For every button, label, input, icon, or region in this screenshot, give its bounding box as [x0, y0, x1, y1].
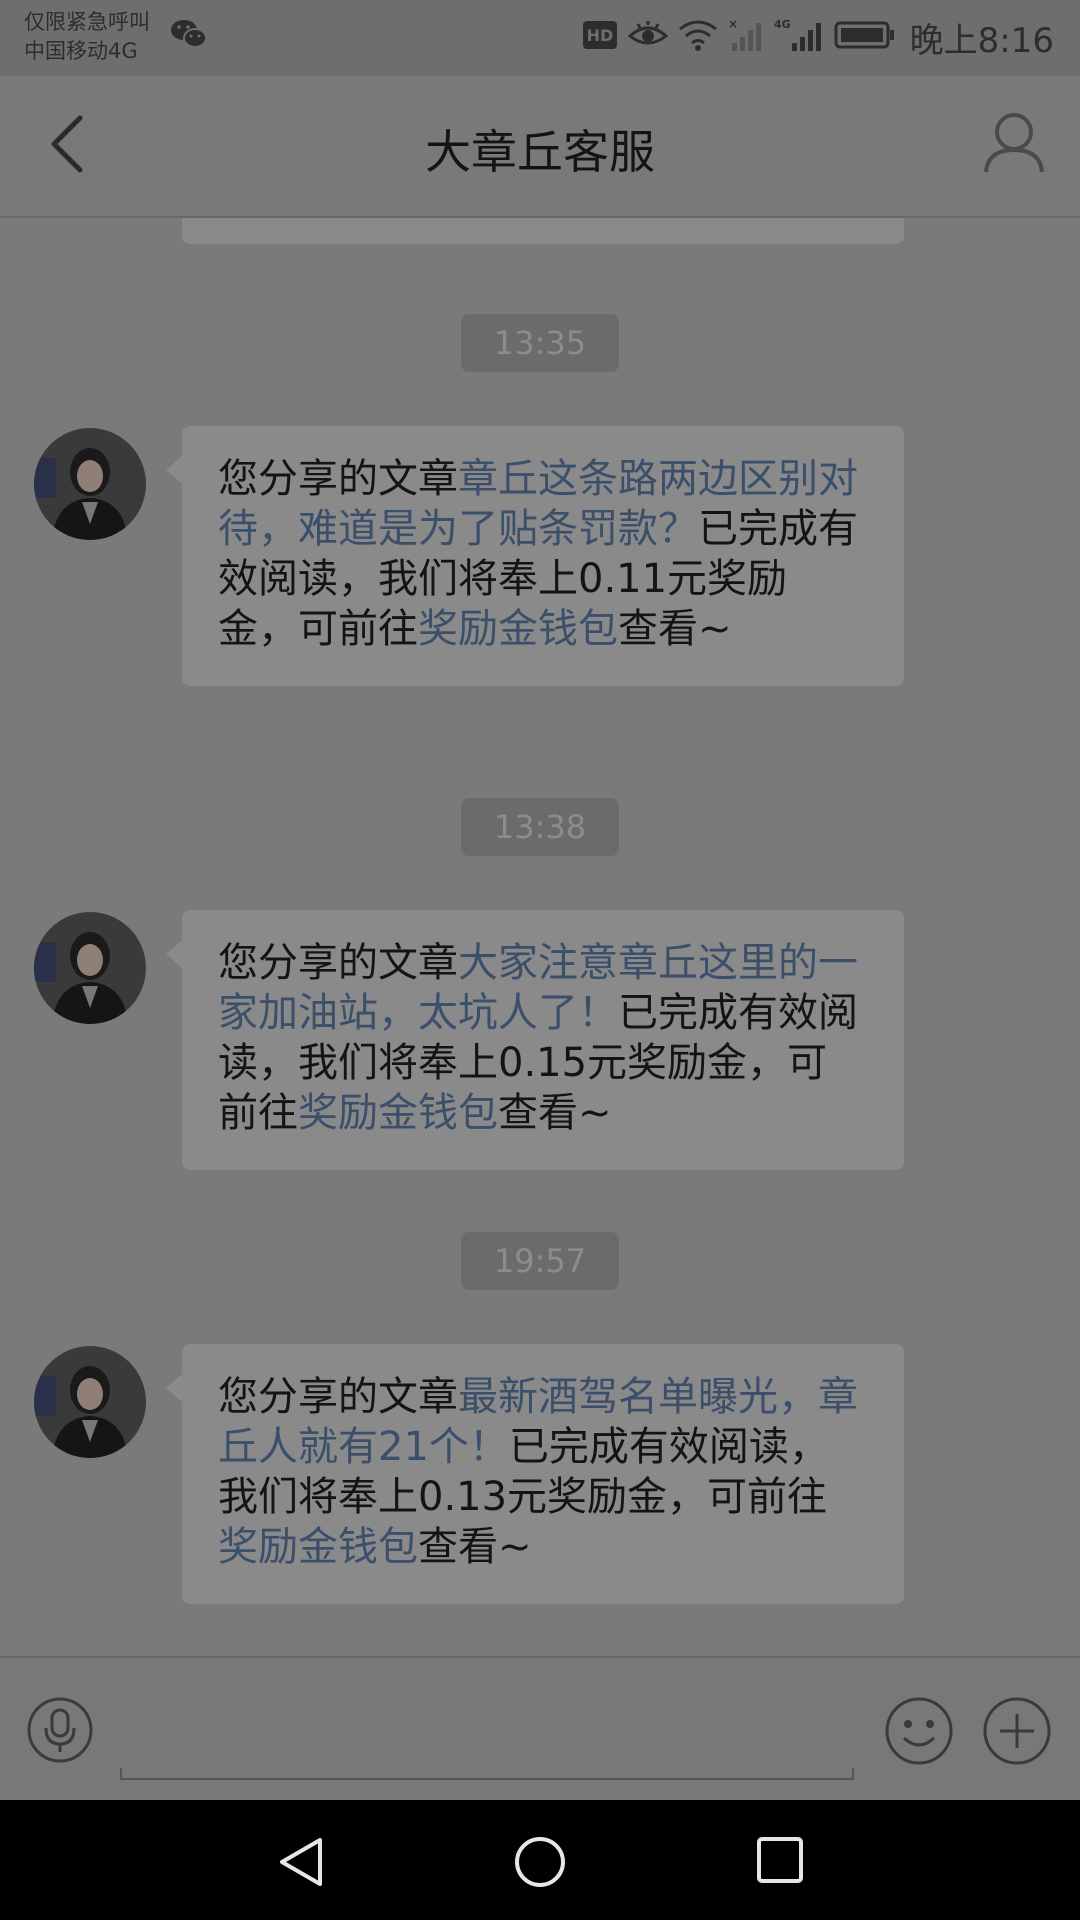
message-text: 查看~ — [418, 1524, 532, 1570]
plus-icon[interactable] — [982, 1696, 1052, 1770]
message-text: 您分享的文章 — [218, 1374, 458, 1420]
wechat-icon — [170, 18, 208, 54]
carrier-info: 仅限紧急呼叫 中国移动4G — [24, 8, 150, 66]
wallet-link[interactable]: 奖励金钱包 — [298, 1090, 498, 1136]
chat-header: 大章丘客服 — [0, 76, 1080, 218]
svg-text:×: × — [728, 17, 738, 31]
nav-back-icon[interactable] — [276, 1836, 326, 1892]
timestamp: 13:38 — [461, 798, 619, 856]
input-bar — [0, 1656, 1080, 1802]
carrier-line-1: 仅限紧急呼叫 — [24, 10, 150, 34]
message-text: 您分享的文章 — [218, 456, 458, 502]
status-time: 晚上8:16 — [909, 20, 1054, 61]
message-bubble[interactable]: 您分享的文章章丘这条路两边区别对待，难道是为了贴条罚款？已完成有效阅读，我们将奉… — [166, 426, 904, 686]
message-list[interactable]: 13:35 您分享的文章章丘这条路两边区别对待，难道是为了贴条罚款？已完成有效阅… — [0, 218, 1080, 1658]
eye-icon — [627, 20, 668, 54]
hd-label: HD — [586, 26, 613, 45]
signal-icon: 4G — [774, 17, 824, 57]
wallet-link[interactable]: 奖励金钱包 — [218, 1524, 418, 1570]
status-bar: 仅限紧急呼叫 中国移动4G HD × 4G 晚上8:16 — [0, 0, 1080, 76]
carrier-line-2: 中国移动4G — [24, 39, 138, 63]
message-text: 查看~ — [618, 606, 732, 652]
message-bubble[interactable]: 您分享的文章大家注意章丘这里的一家加油站，太坑人了！已完成有效阅读，我们将奉上0… — [166, 910, 904, 1170]
message-bubble[interactable]: 您分享的文章最新酒驾名单曝光，章丘人就有21个！已完成有效阅读，我们将奉上0.1… — [166, 1344, 904, 1604]
avatar[interactable] — [34, 912, 146, 1024]
nav-home-icon[interactable] — [514, 1836, 566, 1892]
user-icon[interactable] — [982, 110, 1046, 180]
message-text: 您分享的文章 — [218, 940, 458, 986]
no-signal-icon: × — [728, 17, 764, 57]
message-input[interactable] — [120, 1768, 854, 1780]
status-icons: HD × 4G 晚上8:16 — [582, 14, 1054, 61]
previous-message-bubble — [182, 218, 904, 244]
wifi-icon — [678, 19, 718, 55]
wallet-link[interactable]: 奖励金钱包 — [418, 606, 618, 652]
microphone-icon[interactable] — [26, 1696, 94, 1768]
timestamp: 13:35 — [461, 314, 619, 372]
emoji-icon[interactable] — [884, 1696, 954, 1770]
message-text: 查看~ — [498, 1090, 612, 1136]
network-label: 4G — [774, 18, 791, 31]
hd-icon: HD — [582, 20, 618, 54]
battery-icon — [834, 20, 896, 54]
timestamp: 19:57 — [461, 1232, 619, 1290]
system-navigation-bar — [0, 1800, 1080, 1920]
avatar[interactable] — [34, 1346, 146, 1458]
page-title: 大章丘客服 — [425, 125, 655, 179]
nav-recents-icon[interactable] — [756, 1836, 804, 1888]
avatar[interactable] — [34, 428, 146, 540]
